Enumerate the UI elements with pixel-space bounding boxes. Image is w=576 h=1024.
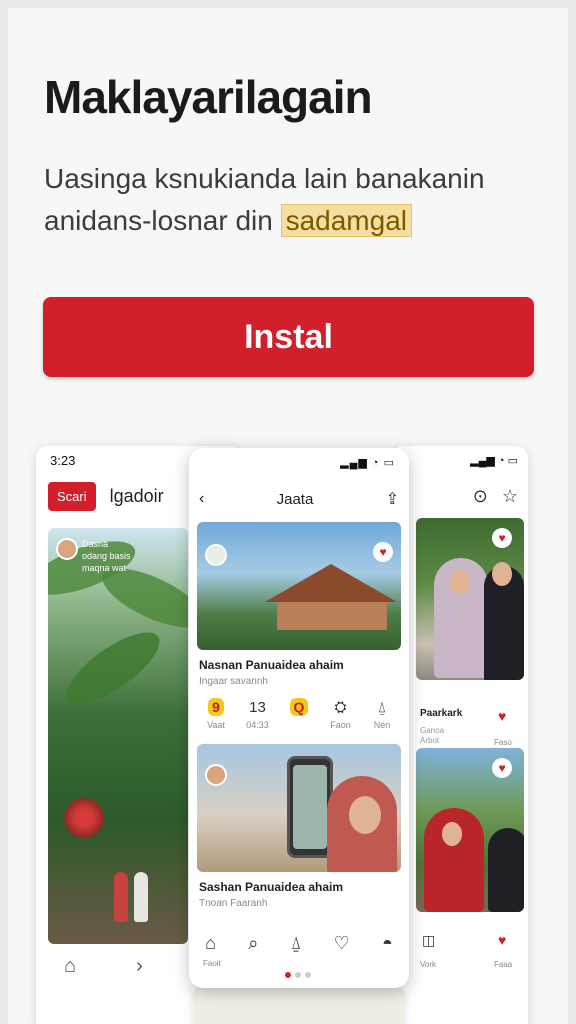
house-roof	[265, 564, 397, 602]
center-title: Jaata	[276, 490, 314, 508]
action-label: Nen	[373, 720, 391, 730]
screenshot-center[interactable]: ▂▄▆ ◔ ▭ ‹ Jaata ⇪ ♥ Nasnan Panuaidea aha…	[189, 448, 409, 988]
flowers	[64, 798, 104, 838]
palm-garden-photo: Dasna odang basis maqna wat	[48, 528, 188, 944]
count-badge[interactable]: 13	[243, 699, 273, 716]
description-line-1: Uasinga ksnukianda lain banakanin	[44, 163, 485, 194]
card-action-labels: Vaat 04:33 Faon Nen	[189, 716, 409, 730]
heart-icon[interactable]: ♥	[492, 528, 512, 548]
screenshot-right[interactable]: ▂▄▆ ◔ ▭ ⊙ ☆ ♥ Paarkark Ganoa Arbot ♥ Fas…	[398, 446, 528, 1024]
screenshot-bottom-peek	[194, 986, 404, 1024]
nav-label: Faoit	[203, 959, 221, 968]
chevron-right-icon[interactable]: ›	[136, 955, 143, 978]
share-icon[interactable]: ⇪	[386, 489, 399, 509]
card-title: Sashan Panuaidea ahaim	[199, 880, 344, 894]
center-bottom-nav: ⌂ ⌕ ⍙ ♡ ◓	[189, 933, 409, 954]
bookmark-icon[interactable]: ◫	[422, 932, 435, 949]
star-icon[interactable]: ☆	[502, 486, 518, 507]
heart-icon[interactable]: ♥	[492, 758, 512, 778]
chevron-left-icon[interactable]: ‹	[199, 490, 204, 508]
right-bottom-label-right: Faaa	[494, 960, 513, 969]
profile-icon[interactable]: ◓	[382, 933, 393, 954]
right-card-title: Paarkark	[420, 708, 463, 719]
face	[442, 822, 462, 846]
bell-icon[interactable]: ⍙	[291, 933, 302, 954]
signal-icon: ▂▄▆ ◔ ▭	[470, 454, 518, 467]
card-title: Nasnan Panuaidea ahaim	[199, 658, 344, 672]
left-tag-button[interactable]: Scari	[48, 481, 96, 511]
left-title: lgadoir	[109, 485, 164, 506]
compass-icon[interactable]: ⊙	[473, 486, 488, 507]
app-description: Uasinga ksnukianda lain banakanin anidan…	[44, 158, 534, 242]
action-label: 04:33	[246, 720, 269, 730]
gift-icon[interactable]: ⛭	[326, 699, 356, 716]
person	[134, 872, 148, 922]
description-line-2: anidans-losnar din	[44, 205, 273, 236]
card-actions: 9 13 Q ⛭ ⍙	[189, 687, 409, 716]
house-wall	[277, 602, 387, 630]
action-label: Faon	[330, 720, 351, 730]
signal-icon: ▂▄▆ ◔ ▭	[340, 456, 395, 469]
card-subtitle: Ingaar savannh	[199, 676, 268, 687]
right-header: ⊙ ☆	[398, 474, 528, 518]
install-button[interactable]: Instal	[43, 297, 534, 377]
face	[349, 796, 381, 834]
card-subtitle: Tnoan Faaranh	[199, 898, 268, 909]
right-card-label: Faso	[494, 738, 512, 747]
center-header: ‹ Jaata ⇪	[189, 476, 409, 522]
avatar	[56, 538, 78, 560]
heart-icon[interactable]: ♥	[373, 542, 393, 562]
heart-icon[interactable]: ♡	[334, 933, 350, 954]
palm-leaf	[56, 620, 170, 716]
action-label: Vaat	[207, 720, 225, 730]
face	[450, 570, 470, 594]
woman-photo: ♥	[416, 748, 524, 912]
photo-caption: Dasna odang basis maqna wat	[82, 539, 131, 573]
right-card-subtitle: Ganoa Arbot	[420, 726, 445, 745]
house-photo[interactable]: ♥	[197, 522, 401, 650]
person	[114, 872, 128, 922]
status-bar: ▂▄▆ ◔ ▭	[398, 446, 528, 474]
avatar	[205, 764, 227, 786]
comment-badge[interactable]: Q	[284, 698, 314, 716]
status-bar: ▂▄▆ ◔ ▭	[189, 448, 409, 476]
favorite-icon[interactable]: ♥	[498, 932, 506, 948]
bell-icon[interactable]: ⍙	[367, 699, 397, 716]
home-icon[interactable]: ⌂	[64, 955, 76, 978]
couple-photo: ♥	[416, 518, 524, 680]
search-icon[interactable]: ⌕	[248, 933, 258, 954]
status-time: 3:23	[50, 452, 76, 468]
face	[492, 562, 512, 586]
action-label	[284, 720, 314, 730]
man-figure	[488, 828, 524, 912]
page-dots	[285, 972, 311, 978]
home-icon[interactable]: ⌂	[205, 933, 216, 954]
favorite-icon[interactable]: ♥	[498, 708, 506, 724]
phone-photo[interactable]	[197, 744, 401, 872]
description-highlight: sadamgal	[280, 204, 412, 237]
rating-badge[interactable]: 9	[201, 698, 231, 716]
app-title: Maklayarilagain	[44, 71, 373, 123]
right-bottom-label-left: Vork	[420, 960, 437, 969]
location-icon	[205, 544, 227, 566]
